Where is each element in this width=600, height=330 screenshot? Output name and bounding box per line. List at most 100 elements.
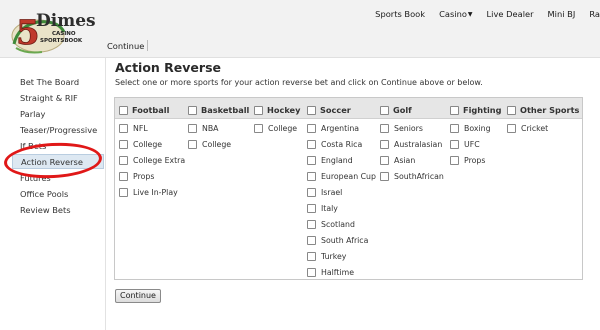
checkbox[interactable] — [450, 140, 459, 149]
option-basketball-nba: NBA — [188, 124, 219, 133]
option-label: Props — [464, 156, 486, 165]
checkbox[interactable] — [307, 220, 316, 229]
checkbox-hockey[interactable] — [254, 105, 263, 115]
checkbox[interactable] — [119, 188, 128, 197]
top-navigation: Sports Book Casino▼ Live Dealer Mini BJ … — [375, 9, 600, 19]
checkbox[interactable] — [307, 204, 316, 213]
option-soccer-turkey: Turkey — [307, 252, 346, 261]
sidebar-item-parlay[interactable]: Parlay — [20, 109, 45, 119]
checkbox[interactable] — [307, 140, 316, 149]
divider — [147, 40, 148, 51]
option-label: College — [202, 140, 232, 149]
option-soccer-england: England — [307, 156, 353, 165]
continue-button[interactable]: Continue — [115, 289, 161, 303]
option-label: South Africa — [321, 236, 369, 245]
checkbox[interactable] — [307, 172, 316, 181]
checkbox[interactable] — [380, 156, 389, 165]
checkbox[interactable] — [307, 252, 316, 261]
page-title: Action Reverse — [115, 60, 221, 75]
option-label: College — [133, 140, 163, 149]
sidebar: Bet The Board Straight & RIF Parlay Teas… — [0, 58, 106, 330]
option-label: Asian — [394, 156, 416, 165]
checkbox[interactable] — [307, 268, 316, 277]
option-golf-seniors: Seniors — [380, 124, 423, 133]
checkbox[interactable] — [380, 124, 389, 133]
option-label: Israel — [321, 188, 343, 197]
nav-casino[interactable]: Casino▼ — [439, 9, 472, 19]
5dimes-logo[interactable]: 5 Dimes CASINO SPORTSBOOK — [8, 4, 100, 56]
option-label: Cricket — [521, 124, 549, 133]
checkbox[interactable] — [188, 140, 197, 149]
option-soccer-argentina: Argentina — [307, 124, 359, 133]
checkbox-fighting[interactable] — [450, 105, 459, 115]
checkbox[interactable] — [254, 124, 263, 133]
option-label: Australasian — [394, 140, 443, 149]
sidebar-item-bet-the-board[interactable]: Bet The Board — [20, 77, 79, 87]
sport-label: Football — [132, 105, 170, 115]
checkbox[interactable] — [450, 156, 459, 165]
sport-header-other-sports: Other Sports — [507, 105, 579, 115]
checkbox[interactable] — [507, 124, 516, 133]
checkbox-basketball[interactable] — [188, 105, 197, 115]
checkbox[interactable] — [119, 124, 128, 133]
checkbox[interactable] — [380, 172, 389, 181]
checkbox[interactable] — [380, 140, 389, 149]
nav-mini-bj[interactable]: Mini BJ — [548, 9, 576, 19]
option-label: England — [321, 156, 353, 165]
checkbox[interactable] — [450, 124, 459, 133]
option-football-college-extra: College Extra — [119, 156, 185, 165]
option-label: Argentina — [321, 124, 360, 133]
checkbox[interactable] — [307, 124, 316, 133]
continue-link-top[interactable]: Continue — [107, 41, 144, 51]
svg-text:SPORTSBOOK: SPORTSBOOK — [40, 38, 83, 44]
sports-selection-panel: Football NFL College College Extra Props… — [114, 97, 583, 280]
sport-header-soccer: Soccer — [307, 105, 351, 115]
checkbox[interactable] — [119, 140, 128, 149]
option-other-cricket: Cricket — [507, 124, 548, 133]
option-golf-southafrican: SouthAfrican — [380, 172, 444, 181]
option-label: Halftime — [321, 268, 355, 277]
option-label: Live In-Play — [133, 188, 178, 197]
option-soccer-israel: Israel — [307, 188, 342, 197]
option-label: College Extra — [133, 156, 186, 165]
option-label: NBA — [202, 124, 219, 133]
checkbox-other-sports[interactable] — [507, 105, 516, 115]
sport-label: Fighting — [463, 105, 502, 115]
checkbox-golf[interactable] — [380, 105, 389, 115]
option-label: European Cup — [321, 172, 376, 181]
svg-text:CASINO: CASINO — [52, 31, 76, 37]
option-football-nfl: NFL — [119, 124, 148, 133]
sidebar-item-straight-rif[interactable]: Straight & RIF — [20, 93, 78, 103]
nav-live-dealer[interactable]: Live Dealer — [487, 9, 534, 19]
checkbox[interactable] — [119, 172, 128, 181]
checkbox[interactable] — [188, 124, 197, 133]
sidebar-item-teaser-progressive[interactable]: Teaser/Progressive — [20, 125, 97, 135]
option-label: Costa Rica — [321, 140, 363, 149]
option-label: NFL — [133, 124, 148, 133]
nav-casino-label: Casino — [439, 9, 467, 19]
nav-cut-off[interactable]: Ra — [589, 9, 600, 19]
sport-header-fighting: Fighting — [450, 105, 502, 115]
option-fighting-ufc: UFC — [450, 140, 480, 149]
checkbox[interactable] — [307, 188, 316, 197]
option-golf-asian: Asian — [380, 156, 415, 165]
sport-header-hockey: Hockey — [254, 105, 300, 115]
option-basketball-college: College — [188, 140, 231, 149]
sport-label: Golf — [393, 105, 412, 115]
checkbox-football[interactable] — [119, 105, 128, 115]
checkbox[interactable] — [307, 156, 316, 165]
option-football-college: College — [119, 140, 162, 149]
option-label: Seniors — [394, 124, 423, 133]
option-soccer-italy: Italy — [307, 204, 338, 213]
sidebar-item-review-bets[interactable]: Review Bets — [20, 205, 71, 215]
checkbox-soccer[interactable] — [307, 105, 316, 115]
sport-header-basketball: Basketball — [188, 105, 249, 115]
option-fighting-boxing: Boxing — [450, 124, 491, 133]
checkbox[interactable] — [307, 236, 316, 245]
sidebar-item-office-pools[interactable]: Office Pools — [20, 189, 68, 199]
checkbox[interactable] — [119, 156, 128, 165]
option-label: Turkey — [321, 252, 347, 261]
nav-sports-book[interactable]: Sports Book — [375, 9, 425, 19]
option-label: Scotland — [321, 220, 355, 229]
option-label: SouthAfrican — [394, 172, 444, 181]
